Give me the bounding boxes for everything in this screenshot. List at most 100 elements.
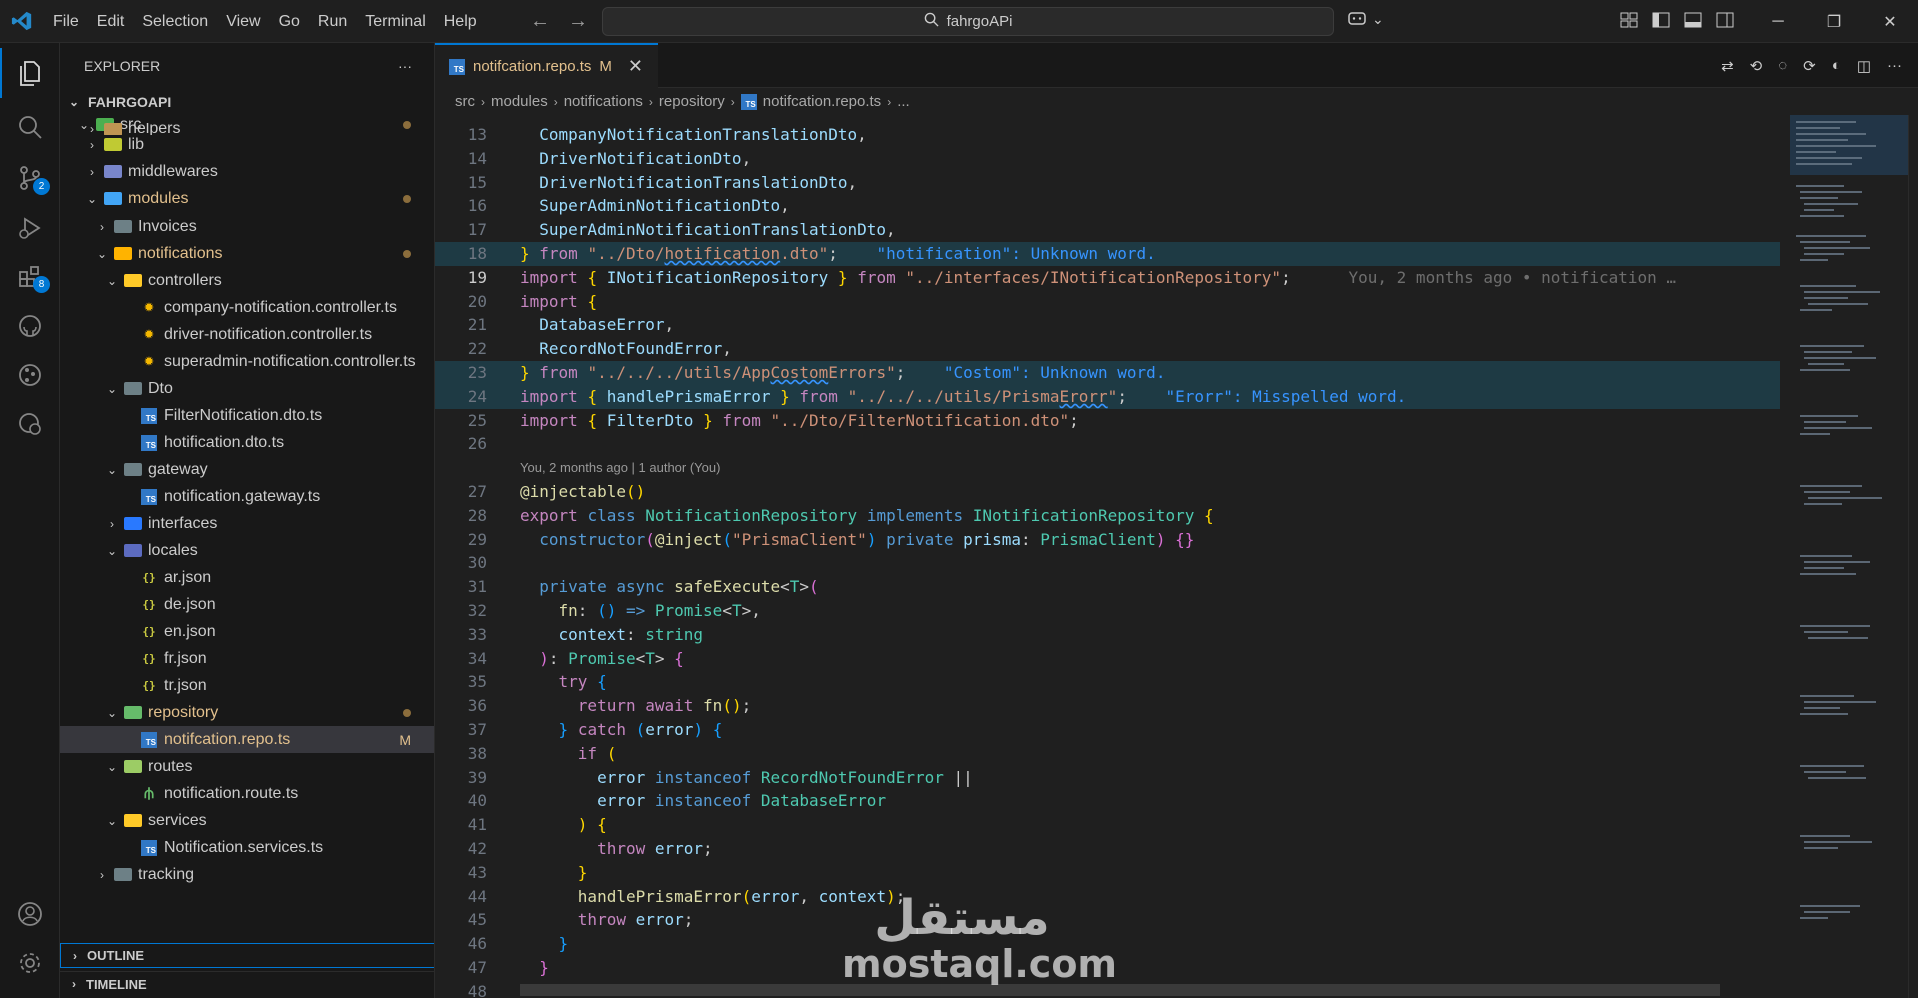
close-icon[interactable]: ✕	[628, 56, 643, 77]
close-window-icon[interactable]: ✕	[1862, 0, 1918, 43]
tree-file[interactable]: TS notification.gateway.ts	[60, 483, 434, 510]
tree-folder-tracking[interactable]: › tracking	[60, 861, 434, 888]
menu-run[interactable]: Run	[309, 0, 356, 43]
split-editor-icon[interactable]: ◫	[1857, 57, 1871, 75]
tab-notifcation-repo[interactable]: TS notifcation.repo.ts M ✕	[435, 43, 658, 88]
tree-folder-routes[interactable]: ⌄ routes	[60, 753, 434, 780]
tree-folder-repository[interactable]: ⌄ repository	[60, 699, 434, 726]
tree-label: locales	[148, 541, 198, 559]
menu-file[interactable]: File	[44, 0, 88, 43]
line-number: 37	[467, 720, 487, 739]
horizontal-scrollbar[interactable]	[520, 984, 1720, 996]
source-control-activity[interactable]: 2	[0, 153, 60, 203]
code-line: 29 constructor(@inject("PrismaClient") p…	[435, 528, 1780, 552]
compare-changes-icon[interactable]: ⇄	[1721, 57, 1734, 75]
remote-explorer-activity[interactable]	[0, 399, 60, 449]
watermark-arabic: مستقل	[874, 890, 1050, 946]
tree-folder-controllers[interactable]: ⌄ controllers	[60, 267, 434, 294]
tree-folder-dto[interactable]: ⌄ Dto	[60, 375, 434, 402]
minimap[interactable]	[1790, 115, 1908, 998]
more-actions-icon[interactable]: ···	[398, 58, 412, 74]
timeline-icon[interactable]: ◌	[1778, 57, 1787, 75]
forward-arrow-icon[interactable]: →	[568, 10, 588, 33]
extensions-badge: 8	[33, 276, 50, 293]
timeline-section[interactable]: › TIMELINE	[60, 971, 434, 996]
tree-file[interactable]: ✹ superadmin-notification.controller.ts	[60, 348, 434, 375]
restore-icon[interactable]: ❐	[1806, 0, 1862, 43]
git-graph-activity[interactable]	[0, 350, 60, 400]
next-change-icon[interactable]: ⟳	[1803, 57, 1816, 75]
line-number: 35	[467, 672, 487, 692]
tree-file[interactable]: {} fr.json	[60, 645, 434, 672]
tree-file[interactable]: ✹ driver-notification.controller.ts	[60, 321, 434, 348]
back-arrow-icon[interactable]: ←	[530, 10, 550, 33]
line-number: 17	[467, 220, 487, 240]
extensions-activity[interactable]: 8	[0, 251, 60, 301]
menu-view[interactable]: View	[217, 0, 269, 43]
code-line: 30	[435, 551, 1780, 575]
search-activity[interactable]	[0, 102, 60, 152]
command-center-search[interactable]: fahrgoAPi	[602, 7, 1334, 36]
code-line: 42 throw error;	[435, 837, 1780, 861]
toggle-primary-sidebar-icon[interactable]	[1652, 11, 1670, 29]
run-debug-icon	[19, 217, 41, 239]
more-actions-icon[interactable]: ···	[1887, 57, 1902, 75]
tree-file[interactable]: TS hotification.dto.ts	[60, 429, 434, 456]
json-file-icon: {}	[142, 679, 156, 692]
minimize-icon[interactable]: ─	[1750, 0, 1806, 43]
tree-file[interactable]: ⫛ notification.route.ts	[60, 780, 434, 807]
codelens-blame[interactable]: You, 2 months ago | 1 author (You)	[520, 456, 720, 480]
code-editor[interactable]: 13 CompanyNotificationTranslationDto, 14…	[435, 115, 1780, 998]
menu-terminal[interactable]: Terminal	[356, 0, 434, 43]
breadcrumb-item[interactable]: src	[455, 93, 475, 110]
tree-file[interactable]: {} tr.json	[60, 672, 434, 699]
customize-layout-icon[interactable]	[1620, 11, 1638, 29]
tree-folder-modules[interactable]: ⌄ modules	[60, 185, 434, 212]
accounts-activity[interactable]	[0, 889, 60, 939]
previous-change-icon[interactable]: ⟲	[1750, 57, 1763, 75]
menu-go[interactable]: Go	[270, 0, 309, 43]
folder-routes-icon	[124, 760, 142, 773]
explorer-sidebar: EXPLORER ··· ⌄ FAHRGOAPI ⌄ src › helpers…	[60, 43, 435, 998]
tree-folder-services[interactable]: ⌄ services	[60, 807, 434, 834]
tree-file[interactable]: TS FilterNotification.dto.ts	[60, 402, 434, 429]
breadcrumb-item[interactable]: repository	[659, 93, 725, 110]
copilot-button[interactable]: ⌄	[1348, 10, 1384, 28]
code-line: 44 handlePrismaError(error, context);	[435, 885, 1780, 909]
tree-folder-middlewares[interactable]: › middlewares	[60, 158, 434, 185]
code-line: 41 ) {	[435, 813, 1780, 837]
chevron-right-icon: ›	[481, 94, 485, 109]
menu-selection[interactable]: Selection	[133, 0, 217, 43]
tree-folder-invoices[interactable]: › Invoices	[60, 213, 434, 240]
menu-help[interactable]: Help	[435, 0, 486, 43]
tree-folder-locales[interactable]: ⌄ locales	[60, 537, 434, 564]
tree-folder-notifications[interactable]: ⌄ notifications	[60, 240, 434, 267]
manage-activity[interactable]	[0, 938, 60, 988]
code-line: 26	[435, 432, 1780, 456]
tree-file[interactable]: {} ar.json	[60, 564, 434, 591]
tree-file[interactable]: {} en.json	[60, 618, 434, 645]
folder-interfaces-icon	[124, 517, 142, 530]
breadcrumb-item[interactable]: ...	[897, 93, 910, 110]
outline-section[interactable]: › OUTLINE	[60, 943, 434, 968]
breadcrumb-item[interactable]: notifications	[564, 93, 643, 110]
tree-folder-interfaces[interactable]: › interfaces	[60, 510, 434, 537]
tree-file[interactable]: ✹ company-notification.controller.ts	[60, 294, 434, 321]
run-debug-activity[interactable]	[0, 203, 60, 253]
explorer-activity[interactable]	[0, 48, 60, 98]
toggle-panel-icon[interactable]	[1684, 11, 1702, 29]
tree-file[interactable]: {} de.json	[60, 591, 434, 618]
vertical-scrollbar[interactable]	[1908, 115, 1918, 998]
tree-folder-lib[interactable]: › lib	[60, 131, 434, 158]
tree-file-active[interactable]: TS notifcation.repo.ts M	[60, 726, 434, 753]
toggle-secondary-sidebar-icon[interactable]	[1716, 11, 1734, 29]
tree-folder-gateway[interactable]: ⌄ gateway	[60, 456, 434, 483]
code-line: 14 DriverNotificationDto,	[435, 147, 1780, 171]
github-activity[interactable]	[0, 301, 60, 351]
modified-dot	[403, 708, 411, 717]
menu-edit[interactable]: Edit	[88, 0, 134, 43]
breadcrumb-item[interactable]: notifcation.repo.ts	[763, 93, 881, 110]
gitlens-icon[interactable]: ◐	[1832, 57, 1841, 75]
breadcrumb-item[interactable]: modules	[491, 93, 548, 110]
tree-file[interactable]: TS Notification.services.ts	[60, 834, 434, 861]
